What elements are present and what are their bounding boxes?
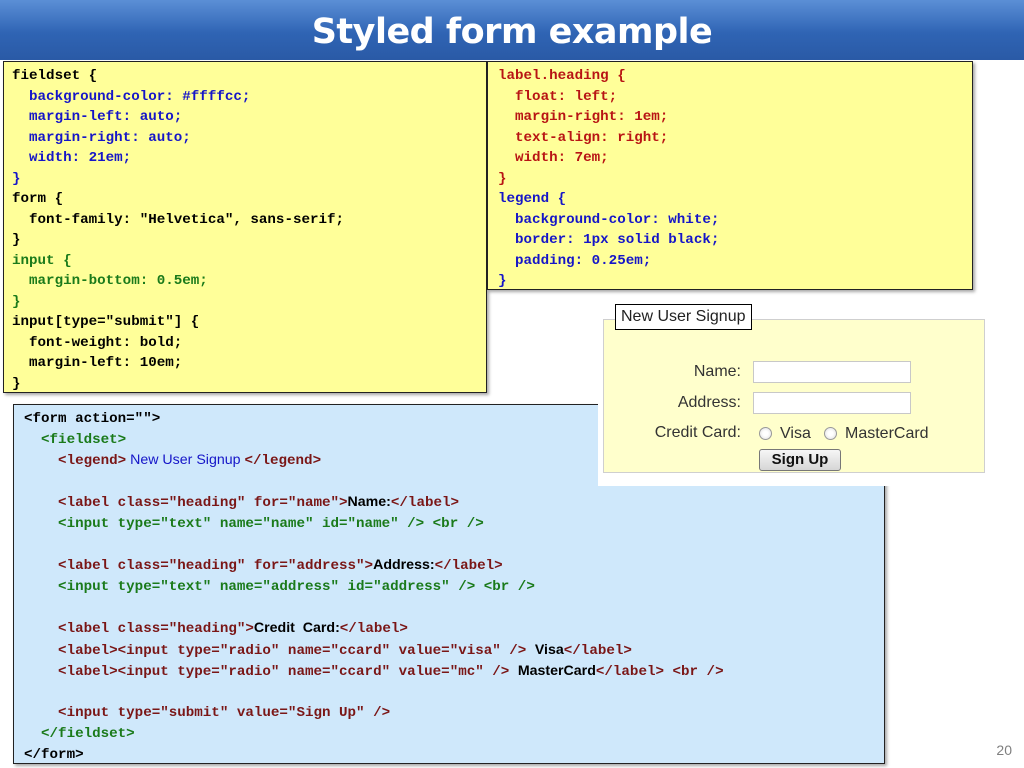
mastercard-label: MasterCard: [845, 425, 929, 442]
title-bar: Styled form example: [0, 0, 1024, 60]
code-line: input[type="submit"] {: [12, 314, 200, 330]
address-label: Address:: [677, 394, 741, 411]
code-line: <label class="heading" for="address">: [24, 558, 374, 575]
code-text: MasterCard: [517, 663, 596, 680]
code-line: padding: 0.25em;: [498, 252, 652, 269]
credit-card-label: Credit Card:: [654, 424, 741, 441]
address-input[interactable]: [753, 392, 911, 414]
code-line: <fieldset>: [24, 431, 127, 448]
css-code-left: fieldset { background-color: #ffffcc; ma…: [12, 66, 478, 394]
code-line: </label>: [339, 620, 408, 637]
code-line: <legend>: [24, 453, 127, 470]
code-line: background-color: white;: [498, 211, 720, 228]
code-line: }: [12, 170, 21, 187]
code-text: Visa: [534, 641, 564, 658]
code-line: margin-left: 10em;: [12, 355, 183, 371]
code-line: }: [12, 375, 21, 392]
code-line: text-align: right;: [498, 129, 669, 146]
code-line: <form action="">: [24, 411, 161, 427]
code-line: form {: [12, 191, 64, 207]
visa-label: Visa: [780, 425, 811, 442]
code-line: margin-left: auto;: [12, 109, 183, 125]
code-line: <label class="heading">: [24, 620, 254, 637]
code-line: width: 21em;: [12, 150, 132, 166]
code-line: </fieldset>: [24, 725, 135, 742]
code-line: background-color: #ffffcc;: [12, 88, 251, 105]
code-line: </label>: [390, 495, 460, 512]
visa-radio[interactable]: [759, 427, 772, 440]
code-line: </label> <br />: [595, 664, 724, 681]
code-line: }: [12, 293, 21, 310]
code-line: margin-bottom: 0.5em;: [12, 273, 208, 289]
rendered-form-preview: Name: Address: Credit Card: Visa MasterC…: [598, 300, 990, 486]
css-code-box-left: fieldset { background-color: #ffffcc; ma…: [3, 61, 487, 393]
code-line: input {: [12, 252, 72, 269]
code-line: }: [498, 170, 507, 187]
code-line: font-weight: bold;: [12, 334, 183, 351]
code-line: label.heading {: [498, 68, 626, 84]
fieldset: Name: Address: Credit Card: Visa MasterC…: [603, 319, 985, 473]
code-line: </label>: [563, 642, 632, 659]
code-text: Credit Card:: [253, 619, 340, 636]
code-line: fieldset {: [12, 68, 98, 84]
code-line: <input type="text" name="address" id="ad…: [24, 578, 535, 595]
name-label: Name:: [693, 363, 741, 380]
slide-title: Styled form example: [311, 12, 713, 52]
code-line: <input type="submit" value="Sign Up" />: [24, 705, 391, 722]
code-line: </form>: [24, 746, 84, 763]
code-line: border: 1px solid black;: [498, 232, 720, 248]
css-code-right: label.heading { float: left; margin-righ…: [498, 66, 962, 292]
name-input[interactable]: [753, 361, 911, 383]
code-line: legend {: [498, 191, 567, 207]
sign-up-button[interactable]: Sign Up: [759, 449, 841, 471]
code-line: font-family: "Helvetica", sans-serif;: [12, 211, 345, 228]
code-line: width: 7em;: [498, 150, 609, 166]
code-line: <label><input type="radio" name="ccard" …: [24, 642, 535, 659]
code-line: margin-right: auto;: [12, 129, 191, 146]
code-text: Name:: [347, 494, 391, 511]
code-line: margin-right: 1em;: [498, 109, 669, 125]
code-line: </label>: [434, 558, 503, 575]
code-line: <label class="heading" for="name">: [24, 495, 348, 512]
code-line: <label><input type="radio" name="ccard" …: [24, 664, 518, 681]
code-line: </legend>: [244, 453, 322, 470]
code-line: }: [12, 232, 21, 248]
code-line: }: [498, 273, 507, 289]
code-text: New User Signup: [126, 452, 245, 469]
css-code-box-right: label.heading { float: left; margin-righ…: [487, 61, 973, 290]
code-line: float: left;: [498, 88, 618, 105]
legend: New User Signup: [615, 304, 752, 330]
page-number: 20: [996, 742, 1012, 758]
mastercard-radio[interactable]: [824, 427, 837, 440]
code-text: Address:: [373, 557, 435, 574]
code-line: <input type="text" name="name" id="name"…: [24, 515, 484, 532]
